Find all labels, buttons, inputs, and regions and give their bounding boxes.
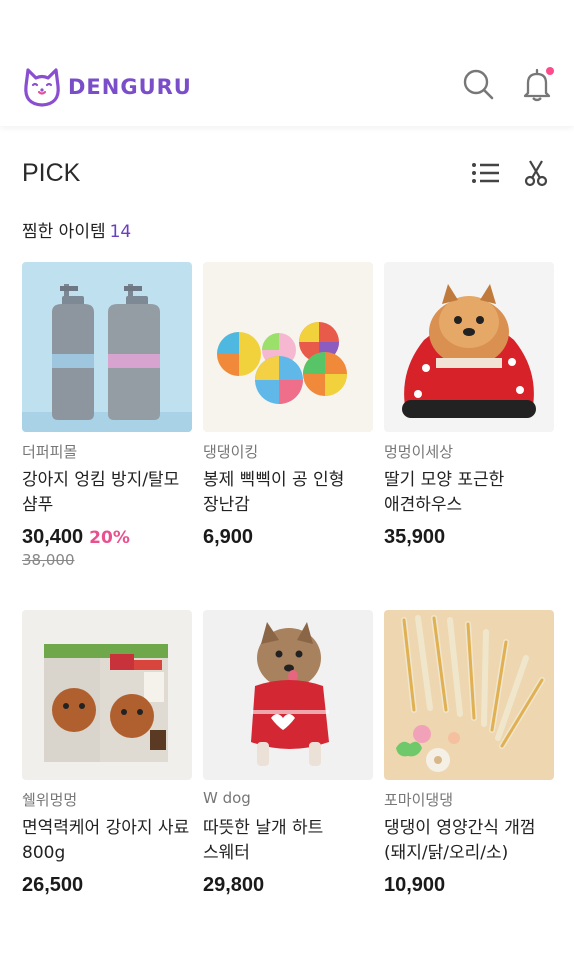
product-card[interactable]: 멍멍이세상 딸기 모양 포근한 애견하우스 35,900 [384,262,554,610]
page-title: PICK [22,158,81,187]
product-price: 6,900 [203,526,254,548]
product-name[interactable]: 따뜻한 날개 하트 스웨터 [203,816,373,868]
product-price: 10,900 [384,874,446,896]
product-image-dog-house[interactable] [384,262,554,432]
product-card[interactable]: 더퍼피몰 강아지 엉킴 방지/탈모 샴푸 30,400 20% 38,000 [22,262,192,610]
product-brand: 쉘위멍멍 [22,791,78,809]
product-brand: 멍멍이세상 [384,443,454,461]
product-brand: W dog [203,789,251,807]
product-image-sweater[interactable] [203,610,373,780]
app-logo[interactable]: DENGURU [22,64,192,110]
saved-items-number: 14 [109,222,132,242]
product-brand: 더퍼피몰 [22,443,78,461]
edit-scissors-button[interactable] [522,159,554,187]
product-brand: 포마이댕댕 [384,791,454,809]
product-price: 29,800 [203,874,265,896]
pick-header: PICK [22,155,554,191]
saved-items-label: 찜한 아이템 [22,222,106,242]
product-card[interactable]: W dog 따뜻한 날개 하트 스웨터 29,800 [203,610,373,958]
product-price: 30,400 [22,526,84,548]
scissors-icon [524,160,548,187]
product-name[interactable]: 강아지 엉킴 방지/탈모 샴푸 [22,468,192,520]
search-icon [463,69,494,100]
product-image-dog-food[interactable] [22,610,192,780]
cat-logo-icon [24,68,60,107]
notification-badge [546,67,554,75]
product-price: 35,900 [384,526,446,548]
product-card[interactable]: 댕댕이킹 봉제 삑삑이 공 인형 장난감 6,900 [203,262,373,610]
product-name[interactable]: 봉제 삑삑이 공 인형 장난감 [203,468,373,520]
app-header: DENGURU [0,0,574,126]
logo-text: DENGURU [68,75,192,99]
search-button[interactable] [462,67,496,103]
product-discount: 20% [89,528,130,548]
product-image-chew-sticks[interactable] [384,610,554,780]
product-name[interactable]: 댕댕이 영양간식 개껌(돼지/닭/오리/소) [384,816,554,868]
product-card[interactable]: 쉘위멍멍 면역력케어 강아지 사료 800g 26,500 [22,610,192,958]
product-image-balls[interactable] [203,262,373,432]
product-grid: 더퍼피몰 강아지 엉킴 방지/탈모 샴푸 30,400 20% 38,000 댕… [22,262,554,958]
list-view-button[interactable] [470,159,502,187]
product-name[interactable]: 면역력케어 강아지 사료 800g [22,816,192,868]
product-card[interactable]: 포마이댕댕 댕댕이 영양간식 개껌(돼지/닭/오리/소) 10,900 [384,610,554,958]
product-price: 26,500 [22,874,84,896]
list-icon [472,163,499,183]
notification-button[interactable] [520,67,554,103]
saved-items-count: 찜한 아이템 14 [22,217,131,243]
product-image-shampoo[interactable] [22,262,192,432]
product-name[interactable]: 딸기 모양 포근한 애견하우스 [384,468,554,520]
product-original-price: 38,000 [22,551,75,569]
product-brand: 댕댕이킹 [203,443,259,461]
